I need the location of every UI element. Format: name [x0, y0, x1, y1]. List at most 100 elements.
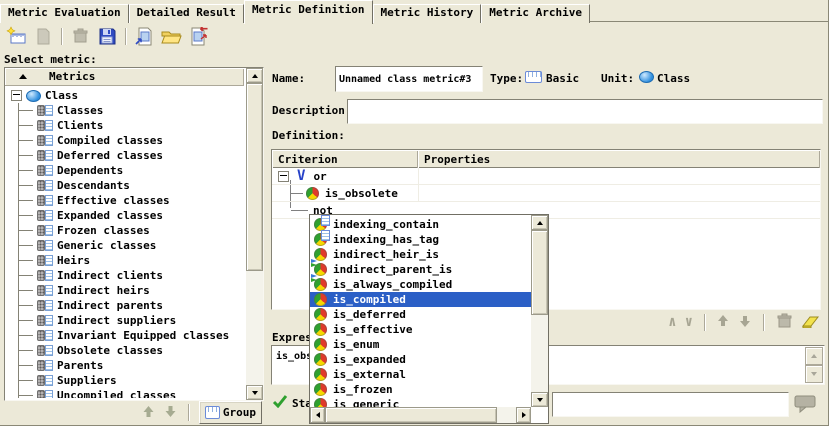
- dropdown-item-label: is_effective: [333, 323, 412, 336]
- scroll-up-button[interactable]: [246, 68, 263, 83]
- description-input[interactable]: [347, 99, 823, 124]
- tree-item-generic-classes[interactable]: Generic classes: [19, 238, 244, 253]
- type-label: Type:: [490, 72, 523, 85]
- criterion-row-label: is_obsolete: [325, 187, 398, 200]
- properties-column-header[interactable]: Properties: [418, 150, 820, 168]
- tree-item-label: Deferred classes: [57, 149, 163, 162]
- collapse-icon[interactable]: [278, 171, 289, 182]
- new-metric-button[interactable]: [4, 25, 28, 47]
- tab-metric-archive[interactable]: Metric Archive: [481, 4, 590, 23]
- save-metric-button[interactable]: [95, 25, 119, 47]
- criterion-pie-arrows-icon: [314, 248, 327, 261]
- tree-item-classes[interactable]: Classes: [19, 103, 244, 118]
- tab-metric-history[interactable]: Metric History: [373, 4, 482, 23]
- eraser-button[interactable]: [801, 314, 821, 331]
- criterion-column-header[interactable]: Criterion: [272, 150, 418, 168]
- scroll-left-button[interactable]: [310, 407, 325, 423]
- dropdown-item-is-generic[interactable]: is_generic: [310, 397, 531, 407]
- dropdown-item-is-always-compiled[interactable]: is_always_compiled: [310, 277, 531, 292]
- dropdown-item-label: is_enum: [333, 338, 379, 351]
- criterion-row-or[interactable]: V or: [272, 168, 820, 185]
- class-unit-icon: [639, 71, 654, 83]
- tree-item-effective-classes[interactable]: Effective classes: [19, 193, 244, 208]
- tab-detailed-result[interactable]: Detailed Result: [129, 4, 244, 23]
- criterion-pie-icon: [306, 187, 319, 200]
- tree-item-deferred-classes[interactable]: Deferred classes: [19, 148, 244, 163]
- tree-item-label: Effective classes: [57, 194, 170, 207]
- scroll-thumb[interactable]: [325, 407, 497, 423]
- expression-scroll-down[interactable]: [805, 365, 823, 383]
- scroll-right-button[interactable]: [516, 407, 531, 423]
- tree-item-frozen-classes[interactable]: Frozen classes: [19, 223, 244, 238]
- import-metrics-button[interactable]: [132, 25, 156, 47]
- tree-item-indirect-clients[interactable]: Indirect clients: [19, 268, 244, 283]
- tab-metric-evaluation[interactable]: Metric Evaluation: [0, 4, 129, 23]
- criterion-row-is-obsolete[interactable]: is_obsolete: [272, 185, 820, 202]
- expression-scroll-up[interactable]: [805, 347, 823, 365]
- metrics-column-header[interactable]: Metrics: [5, 68, 244, 86]
- tree-item-parents[interactable]: Parents: [19, 358, 244, 373]
- tree-item-class-root[interactable]: Class: [6, 88, 244, 103]
- dropdown-item-is-deferred[interactable]: is_deferred: [310, 307, 531, 322]
- metrics-list-panel: Metrics Class ClassesClientsCompiled cla…: [4, 67, 264, 401]
- export-metrics-button[interactable]: [186, 25, 210, 47]
- tree-item-uncompiled-classes[interactable]: Uncompiled classes: [19, 388, 244, 398]
- tree-item-expanded-classes[interactable]: Expanded classes: [19, 208, 244, 223]
- tree-item-heirs[interactable]: Heirs: [19, 253, 244, 268]
- status-comment-input[interactable]: [552, 392, 789, 417]
- tree-item-descendants[interactable]: Descendants: [19, 178, 244, 193]
- basic-type-icon: [525, 71, 542, 83]
- tree-item-compiled-classes[interactable]: Compiled classes: [19, 133, 244, 148]
- comment-icon[interactable]: [794, 394, 817, 417]
- move-up-button[interactable]: [141, 404, 156, 422]
- tree-item-suppliers[interactable]: Suppliers: [19, 373, 244, 388]
- status-ok-icon: [272, 394, 288, 411]
- delete-criterion-button[interactable]: [775, 313, 793, 332]
- dropdown-item-is-expanded[interactable]: is_expanded: [310, 352, 531, 367]
- dropdown-item-is-effective[interactable]: is_effective: [310, 322, 531, 337]
- dropdown-item-is-external[interactable]: is_external: [310, 367, 531, 382]
- and-operator-button[interactable]: ∧: [668, 315, 676, 329]
- move-criterion-up-button[interactable]: [716, 314, 730, 331]
- tree-item-dependents[interactable]: Dependents: [19, 163, 244, 178]
- group-button[interactable]: Group: [199, 401, 262, 424]
- tree-item-obsolete-classes[interactable]: Obsolete classes: [19, 343, 244, 358]
- dropdown-item-indirect-heir-is[interactable]: indirect_heir_is: [310, 247, 531, 262]
- metric-list-controls: Group: [4, 401, 262, 424]
- tree-item-indirect-heirs[interactable]: Indirect heirs: [19, 283, 244, 298]
- move-criterion-down-button[interactable]: [738, 314, 752, 331]
- collapse-icon[interactable]: [11, 90, 22, 101]
- dropdown-item-indirect-parent-is[interactable]: indirect_parent_is: [310, 262, 531, 277]
- tree-item-indirect-parents[interactable]: Indirect parents: [19, 298, 244, 313]
- or-operator-button[interactable]: ∨: [685, 315, 693, 329]
- dropdown-item-is-enum[interactable]: is_enum: [310, 337, 531, 352]
- tree-item-label: Parents: [57, 359, 103, 372]
- dropdown-item-is-compiled[interactable]: is_compiled: [310, 292, 531, 307]
- dropdown-item-is-frozen[interactable]: is_frozen: [310, 382, 531, 397]
- metric-icon: [37, 315, 54, 326]
- toolbar-separator: [125, 28, 126, 45]
- criterion-pie-icon: [314, 383, 327, 396]
- dropdown-hscrollbar[interactable]: [310, 407, 531, 423]
- metric-icon: [37, 345, 54, 356]
- scroll-up-button[interactable]: [531, 215, 548, 230]
- metric-icon: [37, 240, 54, 251]
- scroll-thumb[interactable]: [531, 230, 548, 315]
- tab-metric-definition[interactable]: Metric Definition: [244, 0, 373, 24]
- tree-item-label: Indirect heirs: [57, 284, 150, 297]
- dropdown-vscrollbar[interactable]: [531, 215, 548, 407]
- scroll-thumb[interactable]: [246, 83, 263, 271]
- tree-item-invariant-equipped-classes[interactable]: Invariant Equipped classes: [19, 328, 244, 343]
- tree-item-label: Frozen classes: [57, 224, 150, 237]
- open-metric-file-button[interactable]: [159, 25, 183, 47]
- dropdown-item-indexing-contain[interactable]: indexing_contain: [310, 217, 531, 232]
- scroll-down-button[interactable]: [531, 392, 548, 407]
- tree-item-clients[interactable]: Clients: [19, 118, 244, 133]
- name-input[interactable]: [335, 66, 483, 92]
- tree-item-indirect-suppliers[interactable]: Indirect suppliers: [19, 313, 244, 328]
- dropdown-item-indexing-has-tag[interactable]: indexing_has_tag: [310, 232, 531, 247]
- dropdown-item-label: is_deferred: [333, 308, 406, 321]
- move-down-button[interactable]: [163, 404, 178, 422]
- scroll-down-button[interactable]: [246, 385, 263, 400]
- metrics-scrollbar[interactable]: [246, 68, 263, 400]
